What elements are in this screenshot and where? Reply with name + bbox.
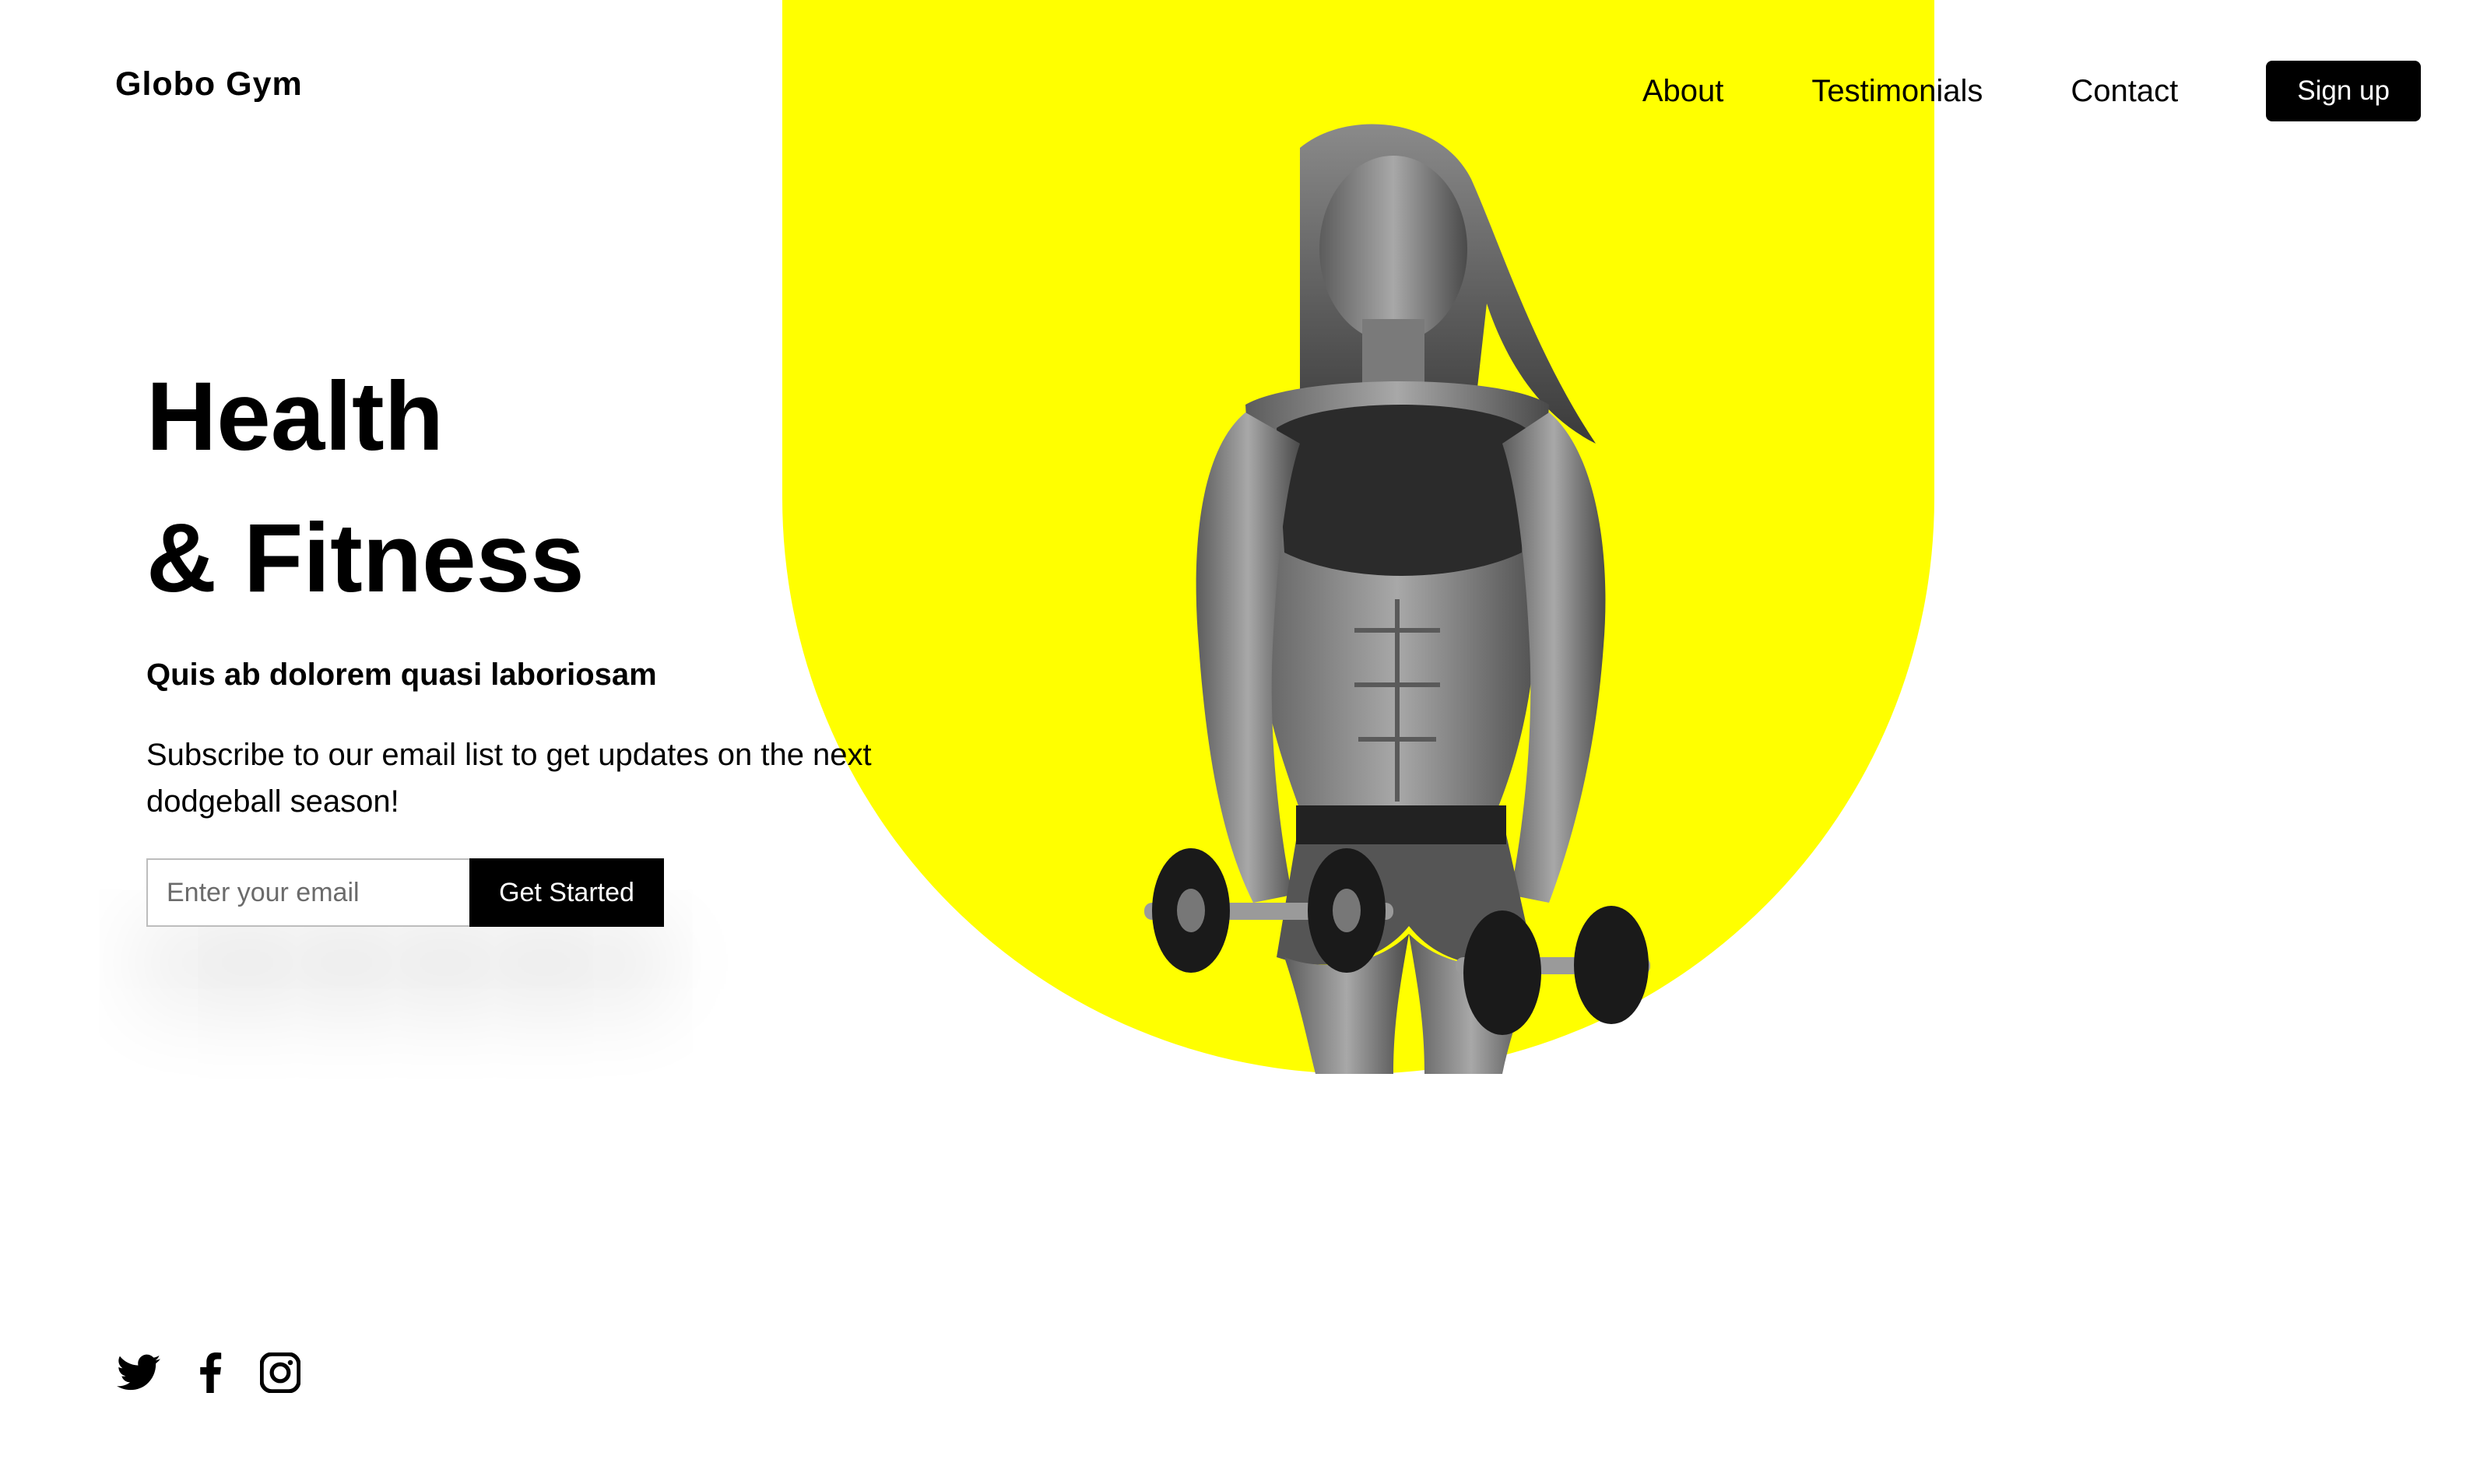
social-links: [117, 1352, 338, 1393]
brand-logo[interactable]: Globo Gym: [115, 65, 303, 103]
hero-description: Subscribe to our email list to get updat…: [146, 738, 872, 819]
landing-page: Globo Gym About Testimonials Contact Sig…: [0, 0, 2487, 1484]
hero-subtitle: Quis ab dolorem quasi laboriosam: [146, 658, 657, 692]
hero-title-line-1: Health: [146, 363, 444, 471]
twitter-icon[interactable]: [117, 1354, 160, 1391]
signup-button[interactable]: Sign up: [2266, 61, 2421, 121]
nav-link-testimonials[interactable]: Testimonials: [1811, 74, 1983, 109]
subscribe-form: Get Started: [146, 858, 664, 927]
top-navigation: About Testimonials Contact Sign up: [1642, 61, 2421, 121]
nav-link-about[interactable]: About: [1642, 74, 1724, 109]
hero-title: Health & Fitness: [146, 346, 585, 630]
nav-link-contact[interactable]: Contact: [2071, 74, 2178, 109]
instagram-icon[interactable]: [260, 1352, 300, 1393]
get-started-button[interactable]: Get Started: [469, 858, 664, 927]
hero-athlete-image: [1144, 124, 1650, 1074]
email-input[interactable]: [146, 858, 469, 927]
hero-title-line-2: & Fitness: [146, 504, 585, 612]
facebook-icon[interactable]: [198, 1352, 223, 1393]
